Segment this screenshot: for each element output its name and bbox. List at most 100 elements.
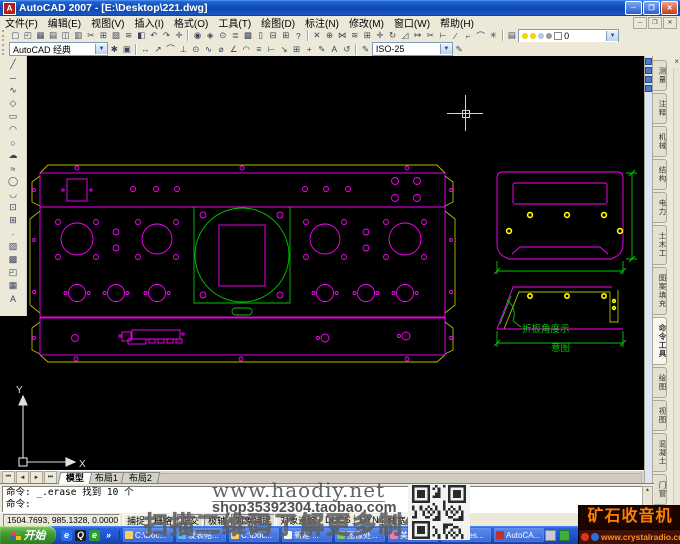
dim-text-edit-icon[interactable]: A [328,43,341,55]
zoom-previous-icon[interactable]: ⊙ [217,30,230,42]
palette-tool-icon[interactable] [645,58,652,65]
dim-aligned-icon[interactable]: ↗ [152,43,165,55]
mtext-icon[interactable]: A [7,292,20,305]
toolbar-grip[interactable] [2,43,7,55]
stretch-icon[interactable]: ↦ [411,30,424,42]
dim-jogged-icon[interactable]: ∿ [202,43,215,55]
mdi-restore-button[interactable]: ❐ [648,16,662,29]
close-button[interactable]: ✕ [661,1,678,15]
layer-combo[interactable]: 0 ▼ [518,28,620,43]
menu-编辑(E)[interactable]: 编辑(E) [43,15,86,30]
plot-icon[interactable]: ▤ [47,30,60,42]
chamfer-icon[interactable]: ⌐ [462,30,475,42]
palette-tool-icon[interactable] [645,85,652,92]
dimstyle-combo[interactable]: ISO-25 ▼ [371,42,453,56]
qnew-icon[interactable]: ▢ [9,30,22,42]
menu-修改(M)[interactable]: 修改(M) [344,15,389,30]
properties-icon[interactable]: ≣ [229,30,242,42]
tool-palettes-icon[interactable]: ▯ [254,30,267,42]
palette-tab-测量[interactable]: 测量 [653,60,667,91]
scale-icon[interactable]: ◿ [399,30,412,42]
move-icon[interactable]: ✛ [374,30,387,42]
menu-绘图(D)[interactable]: 绘图(D) [256,15,300,30]
cut-icon[interactable]: ✂ [85,30,98,42]
block-editor-icon[interactable]: ◧ [135,30,148,42]
ellipse-arc-icon[interactable]: ◡ [7,188,20,201]
undo-icon[interactable]: ↶ [148,30,161,42]
printer-tray-icon[interactable] [545,529,556,541]
offset-icon[interactable]: ≋ [348,30,361,42]
palette-tab-机械[interactable]: 机械 [653,126,667,157]
dim-center-icon[interactable]: + [303,43,316,55]
palette-tab-命令工具[interactable]: 命令工具 [653,316,667,365]
menu-视图(V)[interactable]: 视图(V) [86,15,129,30]
calculator-icon[interactable]: ⊞ [279,30,292,42]
polygon-icon[interactable]: ◇ [7,97,20,110]
erase-icon[interactable]: ✕ [311,30,324,42]
palette-tab-注释[interactable]: 注释 [653,93,667,124]
dim-update-icon[interactable]: ↺ [341,43,354,55]
browser-icon[interactable]: e [89,529,100,541]
toolbar-grip[interactable] [2,30,7,41]
menu-标注(N)[interactable]: 标注(N) [300,15,344,30]
drawing-canvas[interactable]: 折板角度示 意图 Y X [0,56,644,470]
style-edit-icon[interactable]: ✎ [453,43,466,55]
dim-tolerance-icon[interactable]: ⊞ [290,43,303,55]
minimize-button[interactable]: ─ [625,1,642,15]
open-icon[interactable]: ◰ [22,30,35,42]
task-button[interactable]: AutoCA... [494,528,544,542]
dim-style-icon[interactable]: ✎ [359,43,372,55]
trim-icon[interactable]: ✂ [424,30,437,42]
rotate-icon[interactable]: ↻ [386,30,399,42]
dim-baseline-icon[interactable]: ≡ [253,43,266,55]
workspace-combo[interactable]: AutoCAD 经典 ▼ [9,42,108,56]
menu-格式(O)[interactable]: 格式(O) [169,15,213,30]
chevron-icon[interactable]: » [103,530,114,541]
match-properties-icon[interactable]: ≋ [122,30,135,42]
menu-工具(T)[interactable]: 工具(T) [213,15,256,30]
save-workspace-icon[interactable]: ▣ [121,43,134,55]
palette-tab-视图[interactable]: 视图 [653,399,667,431]
gradient-icon[interactable]: ▩ [7,253,20,266]
dim-edit-icon[interactable]: ✎ [316,43,329,55]
mdi-close-button[interactable]: ✕ [663,16,677,29]
palette-tab-图案填充[interactable]: 图案填充 [653,266,667,315]
break-icon[interactable]: ∕ [449,30,462,42]
palette-tab-混凝土[interactable]: 混凝土 [653,432,667,472]
fillet-icon[interactable]: ⌒ [474,30,487,42]
palette-tool-icon[interactable] [645,76,652,83]
polyline-icon[interactable]: ∿ [7,84,20,97]
dim-radius-icon[interactable]: ⊙ [190,43,203,55]
hatch-icon[interactable]: ▨ [7,240,20,253]
array-icon[interactable]: ⊞ [361,30,374,42]
dim-ordinate-icon[interactable]: ⊥ [177,43,190,55]
menu-文件(F)[interactable]: 文件(F) [0,15,43,30]
dim-quick-icon[interactable]: ◠ [240,43,253,55]
palette-tool-icon[interactable] [645,67,652,74]
dim-leader-icon[interactable]: ↘ [278,43,291,55]
revcloud-icon[interactable]: ☁ [7,149,20,162]
qq-icon[interactable]: Q [75,529,86,541]
make-block-icon[interactable]: ⊞ [7,214,20,227]
publish-icon[interactable]: ▥ [72,30,85,42]
layer-manager-icon[interactable]: ▤ [506,30,519,42]
plot-preview-icon[interactable]: ◫ [59,30,72,42]
palette-tab-结构[interactable]: 结构 [653,159,667,190]
dim-continue-icon[interactable]: ⊢ [265,43,278,55]
region-icon[interactable]: ◰ [7,266,20,279]
ellipse-icon[interactable]: ◯ [7,175,20,188]
redo-icon[interactable]: ↷ [160,30,173,42]
menu-帮助(H)[interactable]: 帮助(H) [435,15,479,30]
palette-tab-绘图[interactable]: 绘图 [653,366,667,398]
layout-tab-模型[interactable]: 模型 [57,472,93,484]
sheet-set-icon[interactable]: ⊟ [267,30,280,42]
pan-icon[interactable]: ✛ [173,30,186,42]
point-icon[interactable]: · [7,227,20,240]
palette-tab-土木工[interactable]: 土木工 [653,225,667,265]
rectangle-icon[interactable]: ▭ [7,110,20,123]
start-button[interactable]: 开始 [0,526,56,544]
spline-icon[interactable]: ≈ [7,162,20,175]
ie-icon[interactable]: e [61,529,72,541]
dim-arc-icon[interactable]: ⌒ [164,43,177,55]
zoom-realtime-icon[interactable]: ◉ [191,30,204,42]
